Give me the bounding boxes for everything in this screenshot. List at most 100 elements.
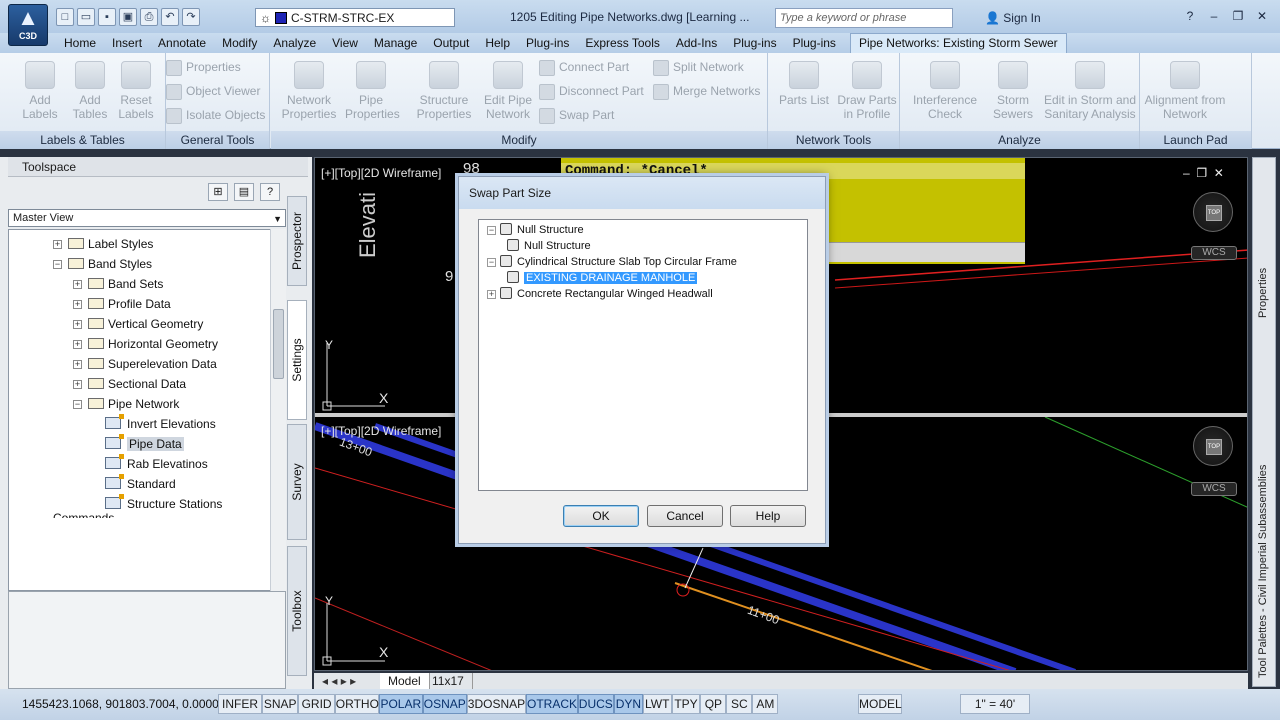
part-tree-item[interactable]: + Concrete Rectangular Winged Headwall [487,286,713,302]
toggle-3dosnap[interactable]: 3DOSNAP [466,694,526,714]
edit-pipe-network-button[interactable]: Edit Pipe Network [479,61,537,121]
tree-item[interactable]: Pipe Data [105,434,184,454]
help-icon[interactable]: ? [260,183,280,201]
dialog-title[interactable]: Swap Part Size [459,177,825,209]
part-tree-item[interactable]: − Cylindrical Structure Slab Top Circular… [487,254,737,270]
storm-sewers-button[interactable]: Storm Sewers [990,61,1036,121]
part-tree-item[interactable]: Null Structure [507,238,591,254]
ribbon-tab-modify[interactable]: Modify [214,36,265,50]
ribbon-tab-manage[interactable]: Manage [366,36,425,50]
edit-storm-sanitary-button[interactable]: Edit in Storm and Sanitary Analysis [1042,61,1138,121]
open-icon[interactable]: ▭ [77,8,95,26]
expand-icon[interactable]: + [73,360,82,369]
collapse-icon[interactable]: − [487,258,496,267]
expand-icon[interactable]: + [73,280,82,289]
tree-item[interactable]: Rab Elevatinos [105,454,208,474]
panel-title[interactable]: Modify [271,131,767,149]
tab-toolbox[interactable]: Toolbox [287,546,307,676]
scroll-thumb[interactable] [273,309,284,379]
collapse-icon[interactable]: − [73,400,82,409]
tree-item[interactable]: Invert Elevations [105,414,216,434]
tree-item[interactable]: + Vertical Geometry [73,314,203,334]
cancel-button[interactable]: Cancel [647,505,723,527]
tab-model[interactable]: Model [380,673,430,689]
save-as-icon[interactable]: ▣ [119,8,137,26]
viewport-label-top[interactable]: [+][Top][2D Wireframe] [321,166,441,180]
toggle-ducs[interactable]: DUCS [577,694,614,714]
tab-prospector[interactable]: Prospector [287,196,307,286]
parts-list-button[interactable]: Parts List [776,61,832,107]
ribbon-tab-annotate[interactable]: Annotate [150,36,214,50]
merge-networks-button[interactable]: Merge Networks [653,81,760,101]
connect-part-button[interactable]: Connect Part [539,57,629,77]
tree-item[interactable]: + Label Styles [53,234,153,254]
ribbon-tab-home[interactable]: Home [56,36,104,50]
tree-item[interactable]: + Profile Data [73,294,171,314]
minimize-icon[interactable]: – [1204,8,1224,24]
collapse-icon[interactable]: − [53,260,62,269]
swap-part-button[interactable]: Swap Part [539,105,614,125]
view-dropdown[interactable]: Master View [8,209,286,227]
toggle-polar[interactable]: POLAR [378,694,423,714]
tab-settings[interactable]: Settings [287,300,307,420]
tab-nav-arrows[interactable]: ◂ ◂ ▸ ▸ [314,673,364,689]
alignment-from-network-button[interactable]: Alignment from Network [1144,61,1226,121]
tree-item[interactable]: + Band Sets [73,274,163,294]
tab-11x17[interactable]: 11x17 [424,673,473,689]
draw-parts-in-profile-button[interactable]: Draw Parts in Profile [834,61,900,121]
interference-check-button[interactable]: Interference Check [908,61,982,121]
panel-title[interactable]: Labels & Tables [0,131,165,149]
network-properties-button[interactable]: Network Properties [279,61,339,121]
viewcube-icon[interactable]: TOP [1193,192,1233,232]
ribbon-tab-analyze[interactable]: Analyze [265,36,324,50]
viewport-label-bottom[interactable]: [+][Top][2D Wireframe] [321,424,441,438]
toggle-tpy[interactable]: TPY [671,694,701,714]
tree-item[interactable]: Structure Stations [105,494,222,514]
toggle-osnap[interactable]: OSNAP [422,694,467,714]
help-icon[interactable]: ? [1180,8,1200,24]
print-icon[interactable]: ⎙ [140,8,158,26]
help-button[interactable]: Help [730,505,806,527]
model-space-toggle[interactable]: MODEL [858,694,902,714]
ribbon-tab-plug-ins[interactable]: Plug-ins [725,36,784,50]
toggle-am[interactable]: AM [752,694,779,714]
collapse-icon[interactable]: − [487,226,496,235]
close-icon[interactable]: ✕ [1252,8,1272,24]
ribbon-tab-output[interactable]: Output [425,36,477,50]
expand-icon[interactable]: + [487,290,496,299]
expand-icon[interactable]: + [73,340,82,349]
viewcube-icon-lower[interactable]: TOP [1193,426,1233,466]
tree-item[interactable]: − Pipe Network [73,394,179,414]
tab-survey[interactable]: Survey [287,424,307,540]
panel-title[interactable]: General Tools [166,131,269,149]
wcs-menu-lower[interactable]: WCS [1191,482,1237,496]
toggle-snap[interactable]: SNAP [262,694,299,714]
tree-scrollbar[interactable] [270,229,286,591]
ribbon-tab-view[interactable]: View [324,36,366,50]
wcs-menu[interactable]: WCS [1191,246,1237,260]
object-viewer-button[interactable]: Object Viewer [166,81,260,101]
disconnect-part-button[interactable]: Disconnect Part [539,81,644,101]
tree-item[interactable]: + Horizontal Geometry [73,334,218,354]
coordinate-readout[interactable]: 1455423.1068, 901803.7004, 0.0000 [22,697,219,711]
sign-in-button[interactable]: 👤 Sign In [985,11,1041,25]
isolate-objects-button[interactable]: Isolate Objects [166,105,265,125]
ribbon-tab-plug-ins[interactable]: Plug-ins [518,36,577,50]
layer-dropdown[interactable]: ☼ C-STRM-STRC-EX [255,8,455,27]
new-icon[interactable]: □ [56,8,74,26]
application-menu-button[interactable]: ▲ C3D [8,4,48,46]
restore-icon[interactable]: ❐ [1228,8,1248,24]
add-tables-button[interactable]: Add Tables [68,61,112,121]
expand-icon[interactable]: + [73,320,82,329]
add-labels-button[interactable]: Add Labels [18,61,62,121]
tree-item[interactable]: Standard [105,474,176,494]
ribbon-tab-insert[interactable]: Insert [104,36,150,50]
annotation-scale-dropdown[interactable]: 1" = 40' [960,694,1030,714]
reset-labels-button[interactable]: Reset Labels [114,61,158,121]
tree-item[interactable]: + Superelevation Data [73,354,217,374]
ok-button[interactable]: OK [563,505,639,527]
expand-icon[interactable]: + [73,300,82,309]
ribbon-tab-plug-ins[interactable]: Plug-ins [785,36,844,50]
tree-item[interactable]: + Sectional Data [73,374,186,394]
ribbon-tab-express-tools[interactable]: Express Tools [577,36,667,50]
